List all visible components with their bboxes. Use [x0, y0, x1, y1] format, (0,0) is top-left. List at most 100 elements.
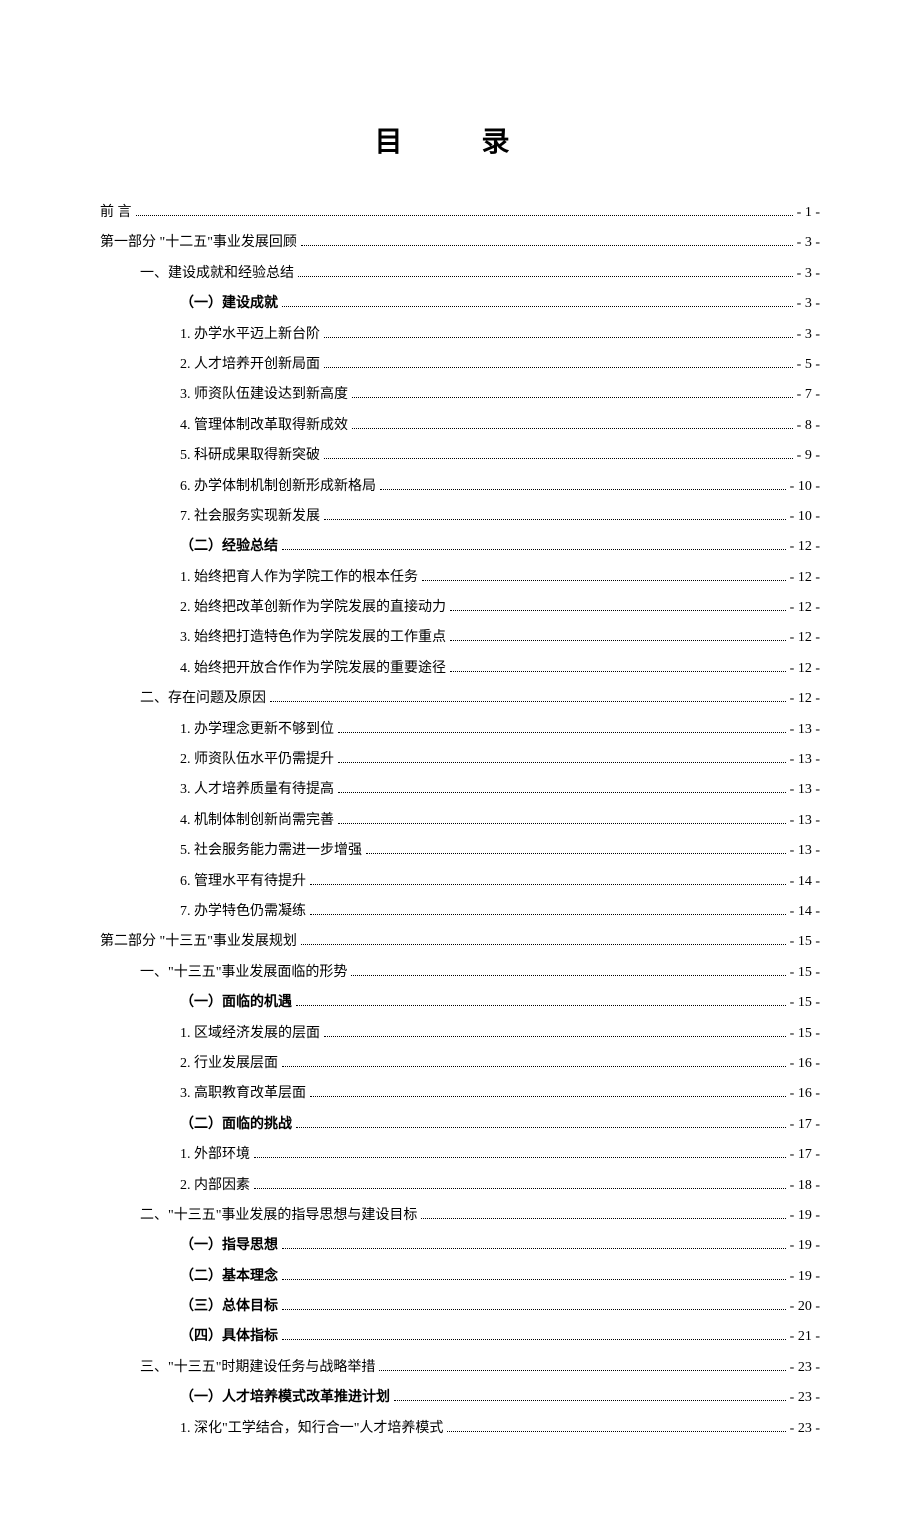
toc-leader-dots: [301, 944, 786, 945]
toc-leader-dots: [338, 732, 786, 733]
toc-entry: 1. 办学理念更新不够到位- 13 -: [100, 719, 820, 741]
toc-entry: 二、存在问题及原因- 12 -: [100, 688, 820, 710]
toc-leader-dots: [310, 914, 786, 915]
toc-leader-dots: [352, 428, 793, 429]
toc-entry-label: 2. 始终把改革创新作为学院发展的直接动力: [180, 597, 446, 619]
toc-entry-label: 6. 管理水平有待提升: [180, 871, 306, 893]
toc-entry: 5. 社会服务能力需进一步增强 - 13 -: [100, 840, 820, 862]
toc-entry: 3. 始终把打造特色作为学院发展的工作重点 - 12 -: [100, 627, 820, 649]
toc-entry-page: - 3 -: [797, 232, 820, 254]
toc-entry-label: 5. 社会服务能力需进一步增强: [180, 840, 362, 862]
toc-leader-dots: [338, 792, 786, 793]
toc-leader-dots: [324, 367, 793, 368]
toc-entry-page: - 8 -: [797, 415, 820, 437]
toc-entry: （一）建设成就- 3 -: [100, 293, 820, 315]
toc-entry-label: 1. 深化"工学结合，知行合一"人才培养模式: [180, 1418, 443, 1440]
toc-entry: 4. 始终把开放合作作为学院发展的重要途径 - 12 -: [100, 658, 820, 680]
toc-entry-page: - 12 -: [790, 567, 820, 589]
toc-entry: 2. 人才培养开创新局面- 5 -: [100, 354, 820, 376]
toc-entry-label: 1. 始终把育人作为学院工作的根本任务: [180, 567, 418, 589]
toc-leader-dots: [254, 1157, 786, 1158]
toc-entry: 2. 行业发展层面- 16 -: [100, 1053, 820, 1075]
toc-entry-label: 2. 内部因素: [180, 1175, 250, 1197]
toc-entry-page: - 3 -: [797, 293, 820, 315]
toc-leader-dots: [282, 1248, 786, 1249]
table-of-contents: 前 言- 1 - 第一部分 "十二五"事业发展回顾 - 3 - 一、建设成就和经验总结…: [100, 202, 820, 1440]
toc-entry: （一）人才培养模式改革推进计划- 23 -: [100, 1387, 820, 1409]
toc-entry-label: 2. 师资队伍水平仍需提升: [180, 749, 334, 771]
toc-leader-dots: [324, 1036, 786, 1037]
toc-leader-dots: [282, 1066, 786, 1067]
toc-entry: 第二部分 "十三五"事业发展规划 - 15 -: [100, 931, 820, 953]
toc-entry-label: 3. 始终把打造特色作为学院发展的工作重点: [180, 627, 446, 649]
toc-entry-label: （二）面临的挑战: [180, 1114, 292, 1136]
toc-entry-page: - 10 -: [790, 476, 820, 498]
toc-leader-dots: [296, 1005, 786, 1006]
toc-entry-label: 5. 科研成果取得新突破: [180, 445, 320, 467]
toc-entry-page: - 15 -: [790, 962, 820, 984]
toc-leader-dots: [270, 701, 786, 702]
toc-leader-dots: [282, 549, 786, 550]
toc-entry-label: 4. 始终把开放合作作为学院发展的重要途径: [180, 658, 446, 680]
toc-entry: 3. 高职教育改革层面- 16 -: [100, 1083, 820, 1105]
toc-leader-dots: [301, 245, 793, 246]
toc-entry-page: - 19 -: [790, 1235, 820, 1257]
toc-entry-label: 3. 人才培养质量有待提高: [180, 779, 334, 801]
toc-leader-dots: [450, 671, 786, 672]
toc-entry-label: （二）经验总结: [180, 536, 278, 558]
toc-entry-page: - 16 -: [790, 1053, 820, 1075]
toc-entry-page: - 12 -: [790, 597, 820, 619]
toc-entry: 4. 管理体制改革取得新成效- 8 -: [100, 415, 820, 437]
toc-entry: （二）基本理念- 19 -: [100, 1266, 820, 1288]
toc-entry-page: - 17 -: [790, 1114, 820, 1136]
toc-leader-dots: [298, 276, 793, 277]
toc-leader-dots: [447, 1431, 785, 1432]
toc-entry-label: 3. 师资队伍建设达到新高度: [180, 384, 348, 406]
toc-leader-dots: [421, 1218, 785, 1219]
toc-leader-dots: [282, 1279, 786, 1280]
toc-entry-label: 3. 高职教育改革层面: [180, 1083, 306, 1105]
toc-entry-page: - 9 -: [797, 445, 820, 467]
toc-entry-page: - 20 -: [790, 1296, 820, 1318]
toc-entry-label: 前 言: [100, 202, 132, 224]
toc-entry-label: 6. 办学体制机制创新形成新格局: [180, 476, 376, 498]
toc-entry: 2. 师资队伍水平仍需提升- 13 -: [100, 749, 820, 771]
page-title: 目 录: [100, 120, 820, 160]
toc-entry-label: 第一部分 "十二五"事业发展回顾: [100, 232, 297, 254]
toc-entry: （二）面临的挑战 - 17 -: [100, 1114, 820, 1136]
toc-entry: 5. 科研成果取得新突破 - 9 -: [100, 445, 820, 467]
toc-entry-page: - 15 -: [790, 931, 820, 953]
toc-leader-dots: [282, 306, 793, 307]
toc-entry: 3. 人才培养质量有待提高- 13 -: [100, 779, 820, 801]
toc-entry-page: - 12 -: [790, 658, 820, 680]
toc-leader-dots: [450, 640, 786, 641]
toc-entry: 7. 办学特色仍需凝练 - 14 -: [100, 901, 820, 923]
toc-entry-label: 三、"十三五"时期建设任务与战略举措: [140, 1357, 375, 1379]
toc-entry-page: - 14 -: [790, 871, 820, 893]
toc-leader-dots: [324, 337, 793, 338]
toc-leader-dots: [379, 1370, 785, 1371]
toc-leader-dots: [394, 1400, 786, 1401]
toc-leader-dots: [282, 1309, 786, 1310]
toc-leader-dots: [351, 975, 785, 976]
toc-entry-page: - 21 -: [790, 1326, 820, 1348]
toc-entry: 1. 外部环境- 17 -: [100, 1144, 820, 1166]
toc-entry: （三）总体目标- 20 -: [100, 1296, 820, 1318]
toc-leader-dots: [422, 580, 786, 581]
toc-entry: （一）面临的机遇- 15 -: [100, 992, 820, 1014]
toc-entry-label: 7. 社会服务实现新发展: [180, 506, 320, 528]
toc-leader-dots: [296, 1127, 786, 1128]
toc-entry-page: - 12 -: [790, 627, 820, 649]
toc-entry: 2. 内部因素- 18 -: [100, 1175, 820, 1197]
toc-entry-label: 1. 区域经济发展的层面: [180, 1023, 320, 1045]
toc-entry-label: 7. 办学特色仍需凝练: [180, 901, 306, 923]
toc-entry: 4. 机制体制创新尚需完善- 13 -: [100, 810, 820, 832]
toc-leader-dots: [366, 853, 786, 854]
toc-entry-label: 第二部分 "十三五"事业发展规划: [100, 931, 297, 953]
toc-entry-page: - 14 -: [790, 901, 820, 923]
toc-entry-page: - 13 -: [790, 840, 820, 862]
toc-entry: （一）指导思想- 19 -: [100, 1235, 820, 1257]
toc-entry-label: 一、建设成就和经验总结: [140, 263, 294, 285]
toc-entry-label: 二、存在问题及原因: [140, 688, 266, 710]
toc-entry: 前 言- 1 -: [100, 202, 820, 224]
